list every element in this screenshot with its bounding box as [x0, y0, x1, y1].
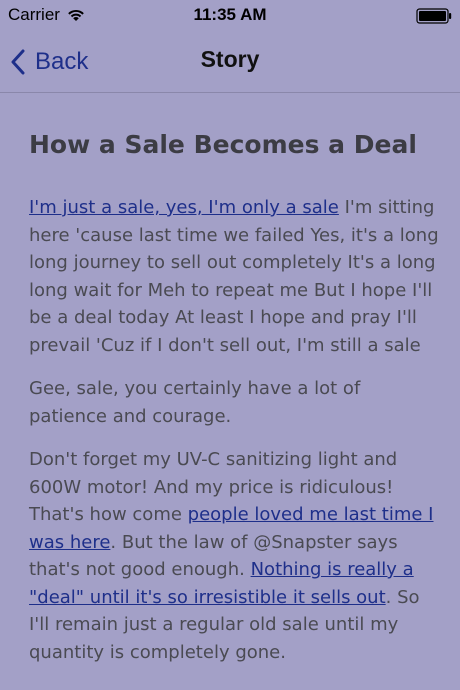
- story-content: How a Sale Becomes a Deal I'm just a sal…: [29, 128, 439, 682]
- paragraph-text: Gee, sale, you certainly have a lot of p…: [29, 378, 361, 427]
- status-time: 11:35 AM: [193, 5, 267, 24]
- battery-icon: [416, 8, 452, 24]
- status-bar: Carrier 11:35 AM: [0, 0, 460, 32]
- story-heading: How a Sale Becomes a Deal: [29, 130, 417, 159]
- lyrics-link[interactable]: I'm just a sale, yes, I'm only a sale: [29, 197, 339, 218]
- story-paragraph-3: Don't forget my UV-C sanitizing light an…: [29, 446, 439, 666]
- story-paragraph-1: I'm just a sale, yes, I'm only a sale I'…: [29, 194, 439, 359]
- story-paragraph-2: Gee, sale, you certainly have a lot of p…: [29, 375, 439, 430]
- page-title: Story: [200, 46, 260, 72]
- paragraph-text: I'm sitting here 'cause last time we fai…: [29, 197, 439, 356]
- navigation-bar: Back Story: [0, 32, 460, 93]
